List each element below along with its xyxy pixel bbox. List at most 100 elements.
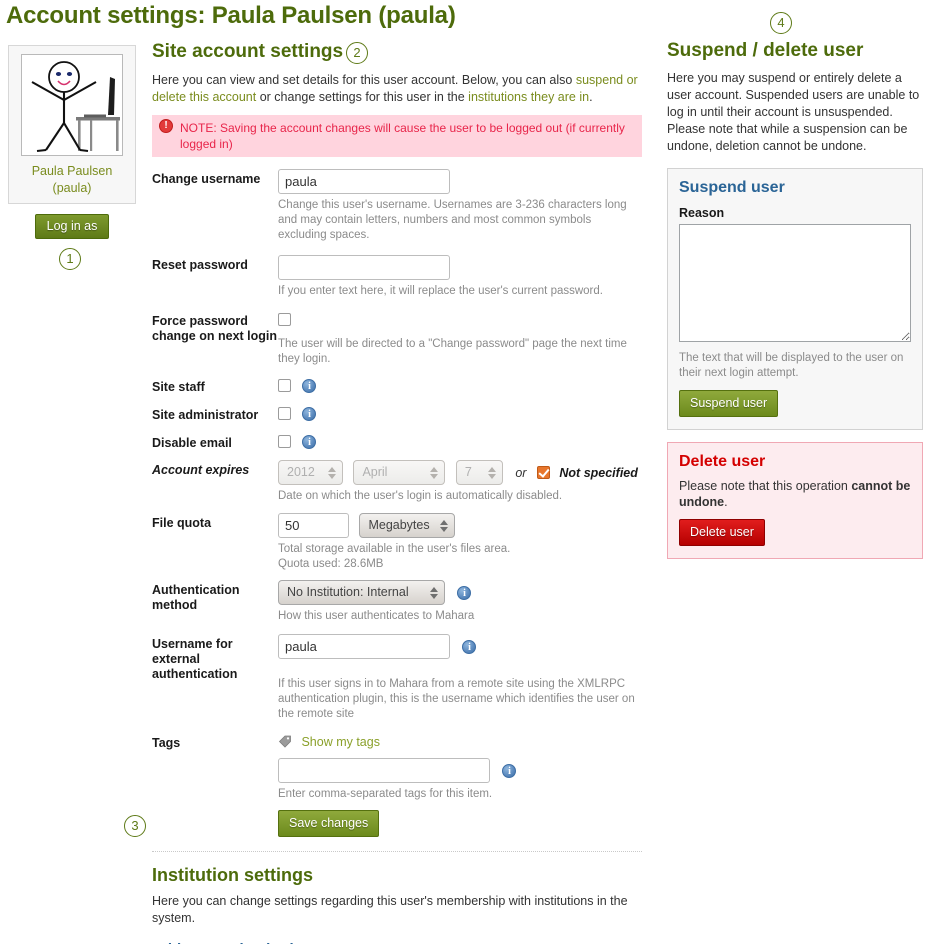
account-expires-year-value: 2012 [287,465,315,479]
intro-text-1: Here you can view and set details for th… [152,73,576,87]
suspend-delete-intro-text: Here you may suspend or entirely delete … [667,71,920,153]
month-spinner-arrows[interactable] [430,466,439,480]
profile-name: Paula Paulsen [31,164,113,178]
file-quota-help-2: Quota used: 28.6MB [278,558,384,571]
profile-username: (paula) [52,181,92,195]
suspend-user-button[interactable]: Suspend user [679,389,779,417]
institutions-link[interactable]: institutions they are in [468,90,589,104]
authentication-method-label: Authentication method [152,583,240,613]
authentication-method-info-icon[interactable]: i [457,585,472,600]
show-my-tags-link[interactable]: Show my tags [301,735,380,749]
account-expires-or-text: or [515,465,527,480]
step-marker-2: 2 [346,42,368,64]
tags-help: Enter comma-separated tags for this item… [278,788,493,801]
field-row-change-username: Change username Change this user's usern… [152,169,642,243]
main-column: Site account settings Here you can view … [152,40,642,944]
intro-text-2: or change settings for this user in the [256,90,469,104]
page-title: Account settings: Paula Paulsen (paula) [6,2,456,29]
step-marker-1: 1 [59,248,81,270]
suspend-delete-column: Suspend / delete user Here you may suspe… [667,40,923,559]
note-text: NOTE: Saving the account changes will ca… [180,121,625,151]
field-row-site-administrator: Site administrator i [152,405,642,423]
account-expires-help: Date on which the user's login is automa… [278,490,563,502]
stick-figure-avatar-icon [22,55,122,155]
field-row-tags: Tags Show my tags i Enter comma-separate… [152,733,642,838]
field-row-reset-password: Reset password If you enter text here, i… [152,255,642,299]
institution-settings-heading: Institution settings [152,865,313,886]
delete-user-panel-title: Delete user [679,452,766,470]
tags-info-icon[interactable]: i [502,764,517,779]
reset-password-input[interactable] [278,255,450,280]
site-administrator-checkbox[interactable] [278,407,291,421]
institution-intro: Here you can change settings regarding t… [152,894,628,926]
section-divider [152,851,642,853]
field-row-site-staff: Site staff i [152,377,642,395]
file-quota-unit-select[interactable]: Megabytes [359,513,456,539]
external-username-help: If this user signs in to Mahara from a r… [278,678,635,721]
step-marker-4: 4 [770,12,792,34]
authentication-method-select[interactable]: No Institution: Internal [278,580,445,606]
account-expires-label: Account expires [152,463,250,477]
alert-icon: ! [159,119,173,133]
delete-user-button[interactable]: Delete user [679,518,765,546]
account-expires-month-value: April [362,465,388,479]
suspend-delete-intro: Here you may suspend or entirely delete … [667,70,923,155]
authentication-method-select-wrap[interactable]: No Institution: Internal [278,580,445,606]
not-specified-checkbox[interactable] [536,466,550,479]
suspend-delete-heading: Suspend / delete user [667,40,864,61]
delete-note-prefix: Please note that this operation [679,478,852,493]
field-row-force-password-change: Force password change on next login The … [152,311,642,367]
disable-email-info-icon[interactable]: i [302,434,317,449]
site-staff-info-icon[interactable]: i [302,378,317,393]
suspend-reason-textarea[interactable] [679,223,911,342]
reason-label: Reason [679,205,725,220]
day-spinner-arrows[interactable] [487,466,496,480]
account-expires-month-input[interactable]: April [353,460,446,485]
reset-password-label: Reset password [152,258,248,272]
account-expires-day-input[interactable]: 7 [455,460,503,485]
site-account-intro: Here you can view and set details for th… [152,72,642,106]
site-administrator-label: Site administrator [152,408,259,422]
delete-user-panel: Delete user Please note that this operat… [667,441,923,559]
profile-column: Paula Paulsen (paula) Log in as [8,45,136,239]
site-staff-label: Site staff [152,380,205,394]
external-username-label: Username for external authentication [152,637,238,682]
field-row-external-username: Username for external authentication i I… [152,634,642,722]
field-row-account-expires: Account expires 2012 April 7 or Not spec… [152,460,642,504]
profile-card: Paula Paulsen (paula) [8,45,136,204]
change-username-label: Change username [152,172,261,186]
site-administrator-info-icon[interactable]: i [302,406,317,421]
file-quota-input[interactable] [278,513,349,538]
file-quota-help-1: Total storage available in the user's fi… [278,543,511,556]
delete-note-suffix: . [724,494,728,509]
external-username-info-icon[interactable]: i [462,640,477,655]
site-account-settings-heading: Site account settings [152,41,344,62]
force-password-change-label: Force password change on next login [152,314,278,343]
tags-input[interactable] [278,758,490,784]
force-password-change-checkbox[interactable] [278,313,291,327]
account-expires-year-input[interactable]: 2012 [278,460,343,485]
reset-password-help: If you enter text here, it will replace … [278,285,603,297]
force-password-change-help: The user will be directed to a "Change p… [278,338,627,365]
log-in-as-button[interactable]: Log in as [34,214,110,239]
year-spinner-arrows[interactable] [328,466,336,480]
disable-email-checkbox[interactable] [278,435,291,449]
disable-email-label: Disable email [152,436,232,450]
save-warning-note: ! NOTE: Saving the account changes will … [152,115,642,157]
intro-text-3: . [589,90,593,104]
external-username-input[interactable] [278,634,450,660]
suspend-user-panel: Suspend user Reason The text that will b… [667,167,923,430]
field-row-disable-email: Disable email i [152,433,642,451]
field-row-authentication-method: Authentication method No Institution: In… [152,580,642,624]
avatar [21,54,123,156]
tags-label: Tags [152,736,181,751]
change-username-input[interactable] [278,169,450,194]
file-quota-unit-select-wrap[interactable]: Megabytes [359,513,456,539]
delete-user-note: Please note that this operation cannot b… [679,478,911,510]
change-username-help: Change this user's username. Usernames a… [278,199,627,241]
suspend-user-panel-title: Suspend user [679,178,785,196]
not-specified-label: Not specified [559,465,638,480]
account-settings-page: Account settings: Paula Paulsen (paula) [0,0,928,944]
site-staff-checkbox[interactable] [278,379,291,393]
save-changes-button[interactable]: Save changes [278,810,380,838]
